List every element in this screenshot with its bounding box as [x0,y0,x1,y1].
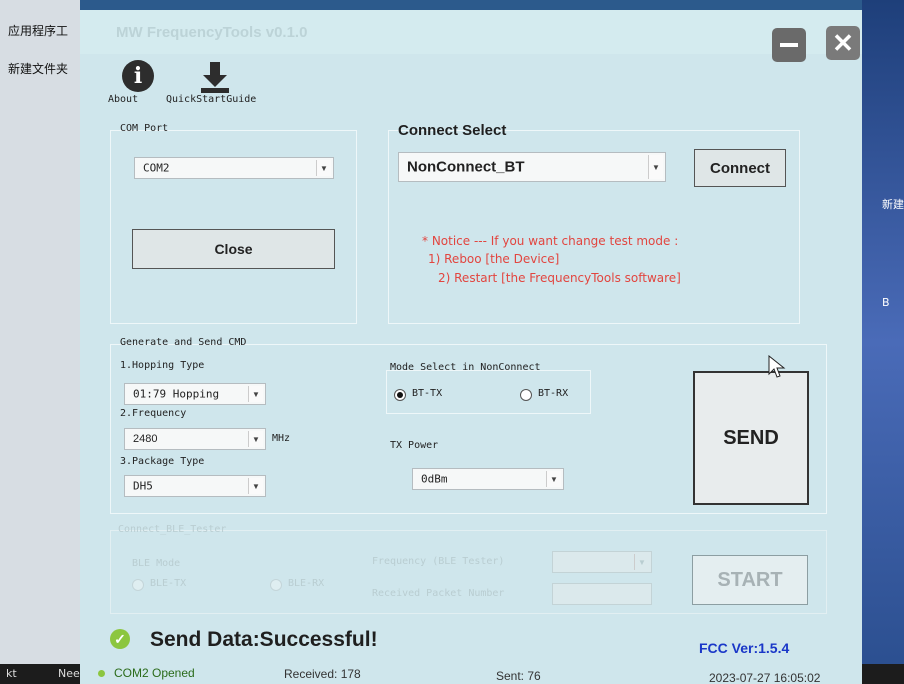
desktop-icon-label[interactable]: 新建 [882,196,904,212]
about-label[interactable]: About [108,94,138,105]
frequency-select[interactable]: 2480 ▼ [124,428,266,450]
ble-frequency-select[interactable]: ▼ [552,551,652,573]
ble-received-field[interactable] [552,583,652,605]
frequency-unit: MHz [272,433,291,444]
ble-rx-label[interactable]: BLE-RX [288,578,324,589]
bt-rx-label[interactable]: BT-RX [538,388,568,399]
mouse-cursor-icon [768,355,786,378]
desktop-icon-label[interactable]: 应用程序工 [8,22,68,39]
desktop-right-area: 新建 B [862,0,904,684]
ble-tx-radio[interactable] [132,579,144,591]
com-port-select[interactable]: COM2 ▼ [134,157,334,179]
send-button[interactable]: SEND [693,371,809,505]
minimize-button[interactable] [772,28,806,62]
download-icon[interactable] [198,60,232,94]
close-port-button[interactable]: Close [132,229,335,269]
chevron-down-icon[interactable]: ▼ [248,386,263,402]
ble-frequency-label: Frequency (BLE Tester) [372,556,505,567]
com-port-value: COM2 [143,161,170,175]
chevron-down-icon[interactable]: ▼ [316,160,331,176]
bt-rx-radio[interactable] [520,389,532,401]
quick-start-guide-label[interactable]: QuickStartGuide [166,94,256,105]
desktop-icon-label[interactable]: 新建文件夹 [8,60,68,77]
chevron-down-icon[interactable]: ▼ [248,478,263,494]
taskbar-item[interactable]: kt [6,667,17,680]
received-count: Received: 178 [284,667,361,681]
ble-tester-label: Connect_BLE_Tester [118,524,227,535]
mode-select-label: Mode Select in NonConnect [390,362,541,373]
tx-power-select[interactable]: 0dBm ▼ [412,468,564,490]
notice-line: 1) Reboo [the Device] [428,252,560,266]
connect-mode-value: NonConnect_BT [407,158,525,176]
result-message: Send Data:Successful! [150,628,378,651]
tx-power-label: TX Power [390,440,439,451]
bt-tx-label[interactable]: BT-TX [412,388,442,399]
hopping-type-label: 1.Hopping Type [120,360,205,371]
start-button[interactable]: START [692,555,808,605]
ble-tx-label[interactable]: BLE-TX [150,578,186,589]
bt-tx-radio[interactable] [394,389,406,401]
package-type-select[interactable]: DH5 ▼ [124,475,266,497]
title-bar: MW FrequencyTools v0.1.0 ✕ [80,10,862,62]
notice-line: * Notice --- If you want change test mod… [422,234,679,248]
port-status: COM2 Opened [114,666,195,680]
ble-mode-label: BLE Mode [132,558,181,569]
generate-cmd-label: Generate and Send CMD [120,337,247,348]
version-label: FCC Ver:1.5.4 [699,640,790,656]
tx-power-value: 0dBm [421,472,448,486]
desktop-left-area: 应用程序工 新建文件夹 [0,0,80,684]
chevron-down-icon[interactable]: ▼ [648,155,663,179]
info-icon[interactable]: i [122,60,154,92]
frequency-value: 2480 [133,433,158,445]
window-title: MW FrequencyTools v0.1.0 [116,24,308,41]
chevron-down-icon[interactable]: ▼ [546,471,561,487]
package-type-value: DH5 [133,479,153,493]
hopping-type-select[interactable]: 01:79 Hopping ▼ [124,383,266,405]
close-window-button[interactable]: ✕ [826,26,860,60]
port-status-dot-icon [98,670,105,677]
notice-line: 2) Restart [the FrequencyTools software] [438,271,681,285]
chevron-down-icon[interactable]: ▼ [248,431,263,447]
ble-rx-radio[interactable] [270,579,282,591]
success-check-icon: ✓ [110,629,130,649]
hopping-type-value: 01:79 Hopping [133,387,220,401]
com-port-label: COM Port [120,123,169,134]
ble-received-label: Received Packet Number [372,588,505,599]
frequency-label: 2.Frequency [120,408,187,419]
connect-mode-select[interactable]: NonConnect_BT ▼ [398,152,666,182]
desktop-icon-label[interactable]: B [882,296,890,309]
package-type-label: 3.Package Type [120,456,205,467]
sent-count: Sent: 76 [496,669,541,683]
chevron-down-icon[interactable]: ▼ [634,554,649,570]
datetime: 2023-07-27 16:05:02 [709,671,821,684]
app-window: MW FrequencyTools v0.1.0 ✕ i About Quick… [80,10,862,684]
connect-select-label: Connect Select [398,122,507,139]
connect-button[interactable]: Connect [694,149,786,187]
